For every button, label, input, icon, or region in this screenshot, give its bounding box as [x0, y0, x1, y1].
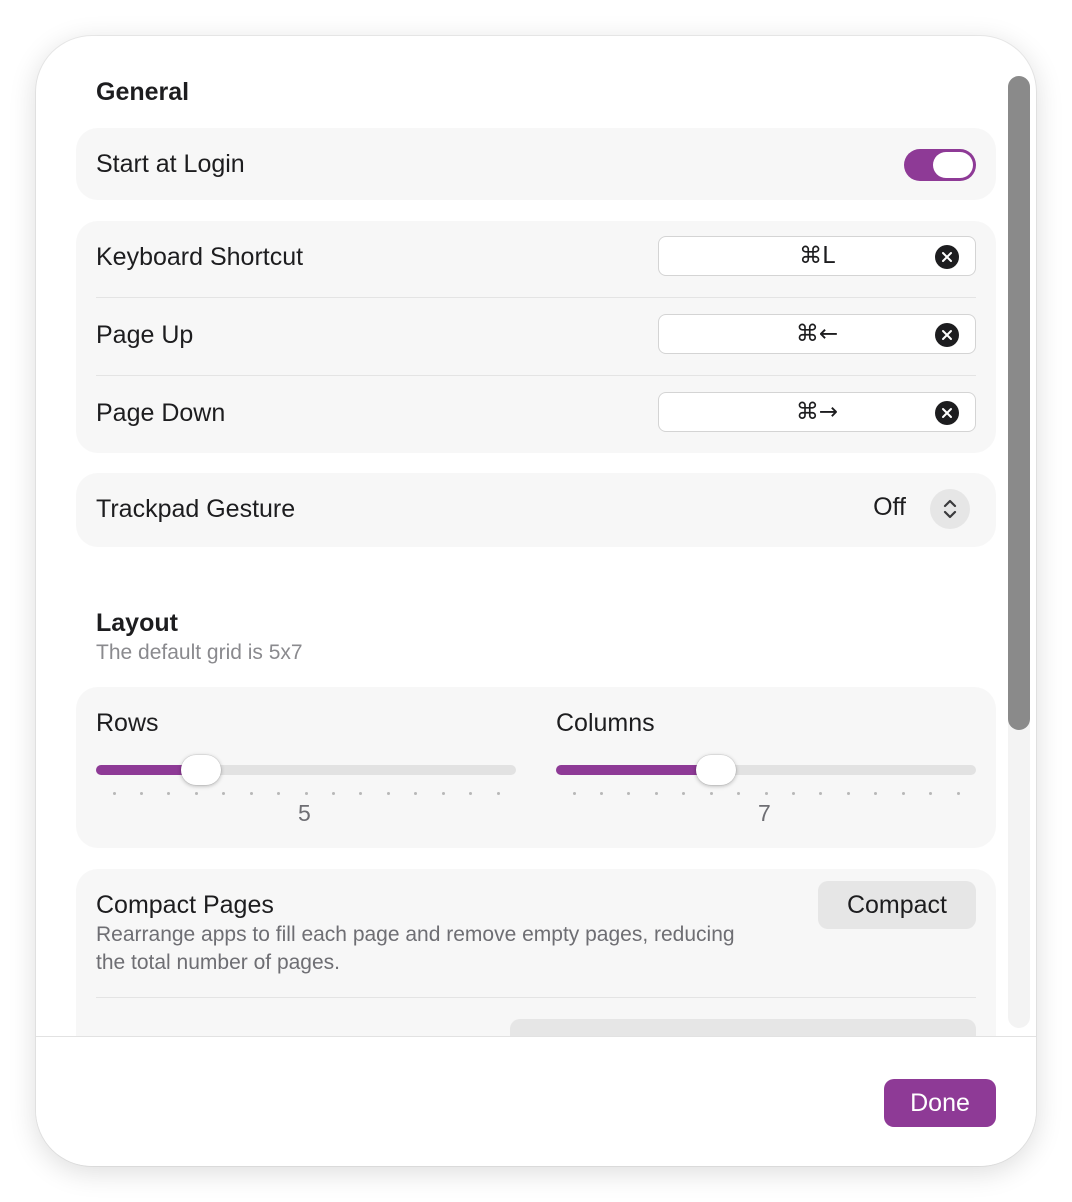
rows-slider-knob[interactable]: [181, 755, 221, 785]
page-up-value: ⌘←: [795, 321, 839, 347]
slider-tick: [139, 792, 143, 795]
slider-tick: [386, 792, 390, 795]
slider-tick: [304, 792, 308, 795]
slider-tick: [791, 792, 795, 795]
slider-tick: [627, 792, 631, 795]
chevron-up-down-icon: [943, 499, 957, 519]
vertical-scrollbar[interactable]: [1008, 76, 1030, 1028]
page-down-label: Page Down: [96, 399, 226, 427]
keyboard-shortcut-value: ⌘L: [799, 243, 835, 269]
done-button[interactable]: Done: [884, 1079, 996, 1127]
settings-sheet: General Start at Login Keyboard Shortcut…: [36, 36, 1036, 1166]
slider-tick: [572, 792, 576, 795]
start-at-login-toggle[interactable]: [904, 149, 976, 181]
page-down-value: ⌘→: [795, 399, 839, 425]
layout-section-subtitle: The default grid is 5x7: [96, 641, 303, 664]
sheet-footer: Done: [36, 1036, 1036, 1166]
start-at-login-label: Start at Login: [96, 150, 245, 178]
compact-pages-label: Compact Pages: [96, 891, 274, 919]
slider-tick: [846, 792, 850, 795]
keyboard-shortcut-label: Keyboard Shortcut: [96, 243, 304, 271]
compact-button[interactable]: Compact: [818, 881, 976, 929]
slider-tick: [654, 792, 658, 795]
slider-tick: [874, 792, 878, 795]
shortcuts-group: Keyboard Shortcut ⌘L Page Up ⌘← Page Dow…: [76, 221, 996, 453]
rows-value: 5: [298, 800, 311, 826]
compact-pages-group: Compact Pages Rearrange apps to fill eac…: [76, 869, 996, 1036]
slider-tick: [956, 792, 960, 795]
slider-fill: [556, 765, 716, 775]
slider-tick: [249, 792, 253, 795]
divider: [96, 997, 976, 998]
slider-tick: [167, 792, 171, 795]
slider-tick: [737, 792, 741, 795]
trackpad-gesture-group: Trackpad Gesture Off: [76, 473, 996, 547]
trackpad-gesture-label: Trackpad Gesture: [96, 495, 296, 523]
settings-scroll-area[interactable]: General Start at Login Keyboard Shortcut…: [36, 36, 1036, 1036]
columns-slider-knob[interactable]: [695, 755, 736, 785]
divider: [96, 375, 976, 376]
clear-page-down-icon[interactable]: [935, 401, 959, 425]
start-at-login-group: Start at Login: [76, 128, 996, 200]
slider-tick: [764, 792, 768, 795]
slider-tick: [682, 792, 686, 795]
slider-tick: [112, 792, 116, 795]
page-up-recorder[interactable]: ⌘←: [658, 314, 976, 354]
slider-tick: [194, 792, 198, 795]
page-down-recorder[interactable]: ⌘→: [658, 392, 976, 432]
slider-tick: [901, 792, 905, 795]
slider-tick: [359, 792, 363, 795]
layout-section-title: Layout: [96, 609, 178, 637]
clear-keyboard-shortcut-icon[interactable]: [935, 245, 959, 269]
slider-tick: [222, 792, 226, 795]
slider-tick: [277, 792, 281, 795]
slider-tick: [496, 792, 500, 795]
columns-value: 7: [758, 800, 771, 826]
clear-page-up-icon[interactable]: [935, 323, 959, 347]
slider-tick: [929, 792, 933, 795]
slider-tick: [819, 792, 823, 795]
slider-tick: [709, 792, 713, 795]
keyboard-shortcut-recorder[interactable]: ⌘L: [658, 236, 976, 276]
rows-label: Rows: [96, 709, 159, 737]
general-section-title: General: [96, 78, 190, 106]
next-row-button[interactable]: [510, 1019, 976, 1036]
trackpad-gesture-popup-button[interactable]: [930, 489, 970, 529]
slider-tick: [331, 792, 335, 795]
page-up-label: Page Up: [96, 321, 194, 349]
slider-tick: [414, 792, 418, 795]
compact-pages-description: Rearrange apps to fill each page and rem…: [96, 923, 735, 974]
columns-label: Columns: [556, 709, 655, 737]
grid-size-group: Rows Columns 5 7: [76, 687, 996, 848]
trackpad-gesture-value[interactable]: Off: [873, 493, 906, 522]
slider-tick: [441, 792, 445, 795]
toggle-knob: [933, 152, 973, 178]
scrollbar-thumb[interactable]: [1008, 76, 1030, 730]
divider: [96, 297, 976, 298]
slider-tick: [469, 792, 473, 795]
slider-tick: [599, 792, 603, 795]
